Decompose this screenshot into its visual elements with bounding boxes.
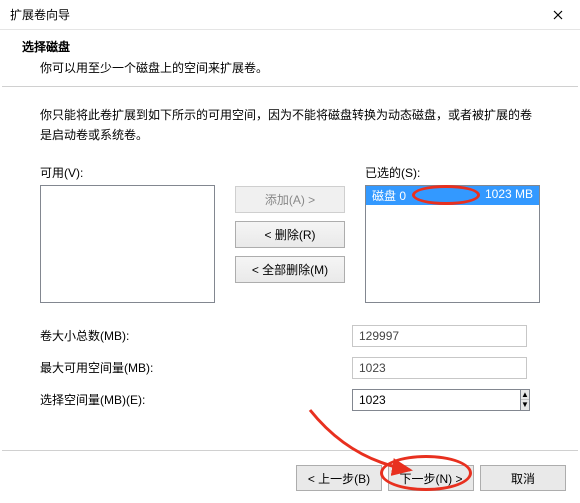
spin-up-icon[interactable]: ▲ (521, 390, 529, 401)
selected-disk-name: 磁盘 0 (372, 187, 406, 204)
size-fields: 卷大小总数(MB): 129997 最大可用空间量(MB): 1023 选择空间… (40, 325, 540, 411)
wizard-footer: < 上一步(B) 下一步(N) > 取消 (296, 465, 566, 491)
page-description: 你可以用至少一个磁盘上的空间来扩展卷。 (22, 59, 558, 76)
spin-down-icon[interactable]: ▼ (521, 400, 529, 410)
choose-space-label: 选择空间量(MB)(E): (40, 391, 352, 408)
remove-all-button[interactable]: < 全部删除(M) (235, 256, 345, 283)
total-size-row: 卷大小总数(MB): 129997 (40, 325, 540, 347)
selected-listbox[interactable]: 磁盘 0 1023 MB (365, 185, 540, 303)
cancel-button[interactable]: 取消 (480, 465, 566, 491)
available-column: 可用(V): (40, 164, 215, 303)
choose-space-input[interactable] (352, 389, 520, 411)
remove-button[interactable]: < 删除(R) (235, 221, 345, 248)
add-button[interactable]: 添加(A) > (235, 186, 345, 213)
max-space-value: 1023 (352, 357, 527, 379)
next-button[interactable]: 下一步(N) > (388, 465, 474, 491)
wizard-header: 选择磁盘 你可以用至少一个磁盘上的空间来扩展卷。 (0, 30, 580, 86)
total-size-label: 卷大小总数(MB): (40, 327, 352, 344)
available-listbox[interactable] (40, 185, 215, 303)
selected-label: 已选的(S): (365, 164, 540, 181)
close-icon[interactable] (535, 0, 580, 30)
titlebar: 扩展卷向导 (0, 0, 580, 30)
total-size-value: 129997 (352, 325, 527, 347)
transfer-buttons: 添加(A) > < 删除(R) < 全部删除(M) (215, 164, 365, 283)
max-space-label: 最大可用空间量(MB): (40, 359, 352, 376)
disk-selection-area: 可用(V): 添加(A) > < 删除(R) < 全部删除(M) 已选的(S):… (40, 164, 540, 303)
spin-buttons: ▲ ▼ (520, 389, 530, 411)
selected-column: 已选的(S): 磁盘 0 1023 MB (365, 164, 540, 303)
selected-disk-size: 1023 MB (485, 187, 533, 204)
info-text: 你只能将此卷扩展到如下所示的可用空间，因为不能将磁盘转换为动态磁盘，或者被扩展的… (40, 105, 540, 146)
page-heading: 选择磁盘 (22, 38, 558, 55)
window-title: 扩展卷向导 (10, 6, 70, 23)
footer-divider (2, 450, 578, 451)
back-button[interactable]: < 上一步(B) (296, 465, 382, 491)
choose-space-row: 选择空间量(MB)(E): ▲ ▼ (40, 389, 540, 411)
content-area: 你只能将此卷扩展到如下所示的可用空间，因为不能将磁盘转换为动态磁盘，或者被扩展的… (0, 87, 580, 411)
list-item[interactable]: 磁盘 0 1023 MB (366, 186, 539, 205)
max-space-row: 最大可用空间量(MB): 1023 (40, 357, 540, 379)
choose-space-spinner: ▲ ▼ (352, 389, 527, 411)
available-label: 可用(V): (40, 164, 215, 181)
